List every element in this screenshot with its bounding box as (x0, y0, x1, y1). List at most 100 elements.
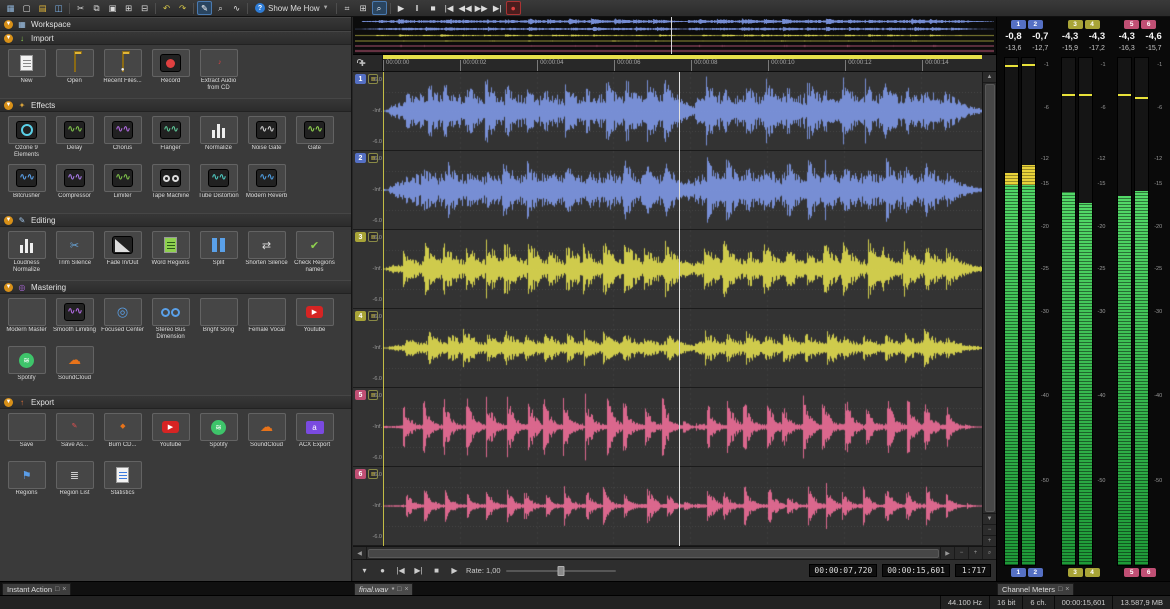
workspace-tile[interactable]: ✔Check Regions names (292, 231, 337, 274)
chevron-down-icon[interactable]: ▼ (4, 398, 13, 407)
file-overview-strip[interactable] (353, 17, 996, 55)
go-start-icon[interactable]: |◀ (442, 1, 457, 15)
workspace-tile[interactable]: ⚑Regions (4, 461, 49, 504)
transport-options-icon[interactable]: ▾ (358, 564, 371, 578)
tile-icon-box[interactable] (200, 298, 238, 326)
tile-icon-box[interactable]: ≋ (200, 413, 238, 441)
waveform-canvas[interactable] (383, 388, 982, 466)
scroll-right-icon[interactable]: ▶ (940, 547, 954, 559)
redo-icon[interactable]: ↷ (175, 1, 190, 15)
zoom-tool-icon[interactable]: ⌕ (372, 1, 387, 15)
tile-icon-box[interactable]: a (296, 413, 334, 441)
workspace-icon[interactable]: ▦ (3, 1, 18, 15)
workspace-tile[interactable]: ◎Focused Center (100, 298, 145, 341)
workspace-tile[interactable]: ≣Region List (52, 461, 97, 504)
tile-icon-box[interactable]: ⇄ (248, 231, 286, 259)
ruler-track[interactable]: 00:00:0000:00:0200:00:0400:00:0600:00:08… (383, 55, 982, 71)
go-end-icon[interactable]: ▶| (490, 1, 505, 15)
workspace-tile[interactable]: ∿∿Bitcrusher (4, 164, 49, 207)
workspace-tile[interactable]: ⇄Shorten Silence (244, 231, 289, 274)
workspace-tile[interactable]: ∿∿Smooth Limiting (52, 298, 97, 341)
stop-icon[interactable]: ■ (426, 1, 441, 15)
loop-start-marker[interactable] (383, 72, 384, 546)
tile-icon-box[interactable]: ✔ (296, 231, 334, 259)
overview-cursor[interactable] (671, 17, 672, 54)
tile-icon-box[interactable]: ⚑ (8, 461, 46, 489)
workspace-tile[interactable]: ∿∿Chorus (100, 116, 145, 159)
vertical-scrollbar[interactable]: ▲ ▼ − + (982, 72, 996, 546)
tile-icon-box[interactable]: ▶ (152, 413, 190, 441)
workspace-tile[interactable]: ▶Youtube (148, 413, 193, 456)
tile-icon-box[interactable]: ≋ (8, 346, 46, 374)
tile-icon-box[interactable]: ∿∿ (56, 116, 94, 144)
tile-icon-box[interactable]: ● (104, 49, 142, 77)
tile-icon-box[interactable] (8, 298, 46, 326)
tile-icon-box[interactable]: ♪ (200, 49, 238, 77)
zoom-out-time-icon[interactable]: − (954, 547, 968, 559)
play-icon[interactable]: ▶ (394, 1, 409, 15)
mix-paste-icon[interactable]: ⊞ (121, 1, 136, 15)
waveform-canvas[interactable] (383, 230, 982, 308)
zoom-in-vertical-icon[interactable]: + (983, 535, 996, 546)
workspace-tile[interactable]: Normalize (196, 116, 241, 159)
channel-number-badge[interactable]: 5 (355, 390, 366, 400)
chevron-down-icon[interactable]: ▼ (4, 34, 13, 43)
tile-icon-box[interactable]: ✎ (56, 413, 94, 441)
transport-go-start-icon[interactable]: |◀ (394, 564, 407, 578)
workspace-tile[interactable]: Record (148, 49, 193, 92)
tile-icon-box[interactable] (8, 413, 46, 441)
tile-icon-box[interactable]: ∿∿ (248, 164, 286, 192)
tile-icon-box[interactable]: ☁ (248, 413, 286, 441)
envelope-tool-icon[interactable]: ∿ (229, 1, 244, 15)
workspace-tile[interactable]: ●Recent Files... (100, 49, 145, 92)
transport-go-end-icon[interactable]: ▶| (412, 564, 425, 578)
workspace-tile[interactable]: ∿∿Delay (52, 116, 97, 159)
undock-icon[interactable]: □ (55, 586, 59, 593)
time-ruler[interactable]: ✚ 00:00:0000:00:0200:00:0400:00:0600:00:… (353, 55, 996, 72)
workspace-tile[interactable]: ◆Burn CD... (100, 413, 145, 456)
workspace-tile[interactable]: Female Vocal (244, 298, 289, 341)
tile-icon-box[interactable]: ∿∿ (248, 116, 286, 144)
tile-icon-box[interactable]: ✂ (56, 231, 94, 259)
tile-icon-box[interactable]: ∿∿ (152, 116, 190, 144)
workspace-tile[interactable]: Stereo Bus Dimension (148, 298, 193, 341)
edit-tool-icon[interactable]: ✎ (197, 1, 212, 15)
workspace-tile[interactable]: ∿∿Noise Gate (244, 116, 289, 159)
rate-slider-thumb[interactable] (557, 566, 564, 576)
record-icon[interactable]: ● (506, 1, 521, 15)
tile-icon-box[interactable] (248, 298, 286, 326)
channel-number-badge[interactable]: 2 (355, 153, 366, 163)
tile-icon-box[interactable] (8, 116, 46, 144)
scroll-left-icon[interactable]: ◀ (353, 547, 367, 559)
save-icon[interactable]: ◫ (51, 1, 66, 15)
chevron-down-icon[interactable]: ▼ (4, 20, 13, 29)
workspace-tile[interactable]: ✂Trim Silence (52, 231, 97, 274)
workspace-tile[interactable]: ∿∿Compressor (52, 164, 97, 207)
workspace-tile[interactable]: ♪Extract Audio from CD (196, 49, 241, 92)
transport-play-icon[interactable]: ▶ (448, 564, 461, 578)
chevron-down-icon[interactable]: ▼ (4, 101, 13, 110)
tile-icon-box[interactable]: ≣ (56, 461, 94, 489)
tile-icon-box[interactable]: ∿∿ (104, 164, 142, 192)
tile-icon-box[interactable]: ◆ (104, 413, 142, 441)
tile-icon-box[interactable] (152, 298, 190, 326)
tile-icon-box[interactable]: ◎ (104, 298, 142, 326)
forward-icon[interactable]: ▶▶ (474, 1, 489, 15)
copy-icon[interactable]: ⧉ (89, 1, 104, 15)
workspace-tile[interactable]: Bright Song (196, 298, 241, 341)
cut-icon[interactable]: ✂ (73, 1, 88, 15)
channel-number-badge[interactable]: 3 (355, 232, 366, 242)
chevron-down-icon[interactable]: ▼ (4, 283, 13, 292)
workspace-tile[interactable]: Ozone 9 Elements (4, 116, 49, 159)
workspace-tile[interactable]: aACX Export (292, 413, 337, 456)
magnify-tool-icon[interactable]: ⌕ (213, 1, 228, 15)
new-file-icon[interactable]: ▢ (19, 1, 34, 15)
workspace-header[interactable]: ▼▦Workspace (0, 17, 351, 31)
workspace-tile[interactable]: ✎Save As... (52, 413, 97, 456)
workspace-tile[interactable]: ▶Youtube (292, 298, 337, 341)
show-me-how-button[interactable]: ?Show Me How▼ (251, 3, 333, 13)
tile-icon-box[interactable] (8, 231, 46, 259)
tile-icon-box[interactable]: ∿∿ (200, 164, 238, 192)
horizontal-scroll-thumb[interactable] (368, 549, 939, 558)
channel-number-badge[interactable]: 1 (355, 74, 366, 84)
